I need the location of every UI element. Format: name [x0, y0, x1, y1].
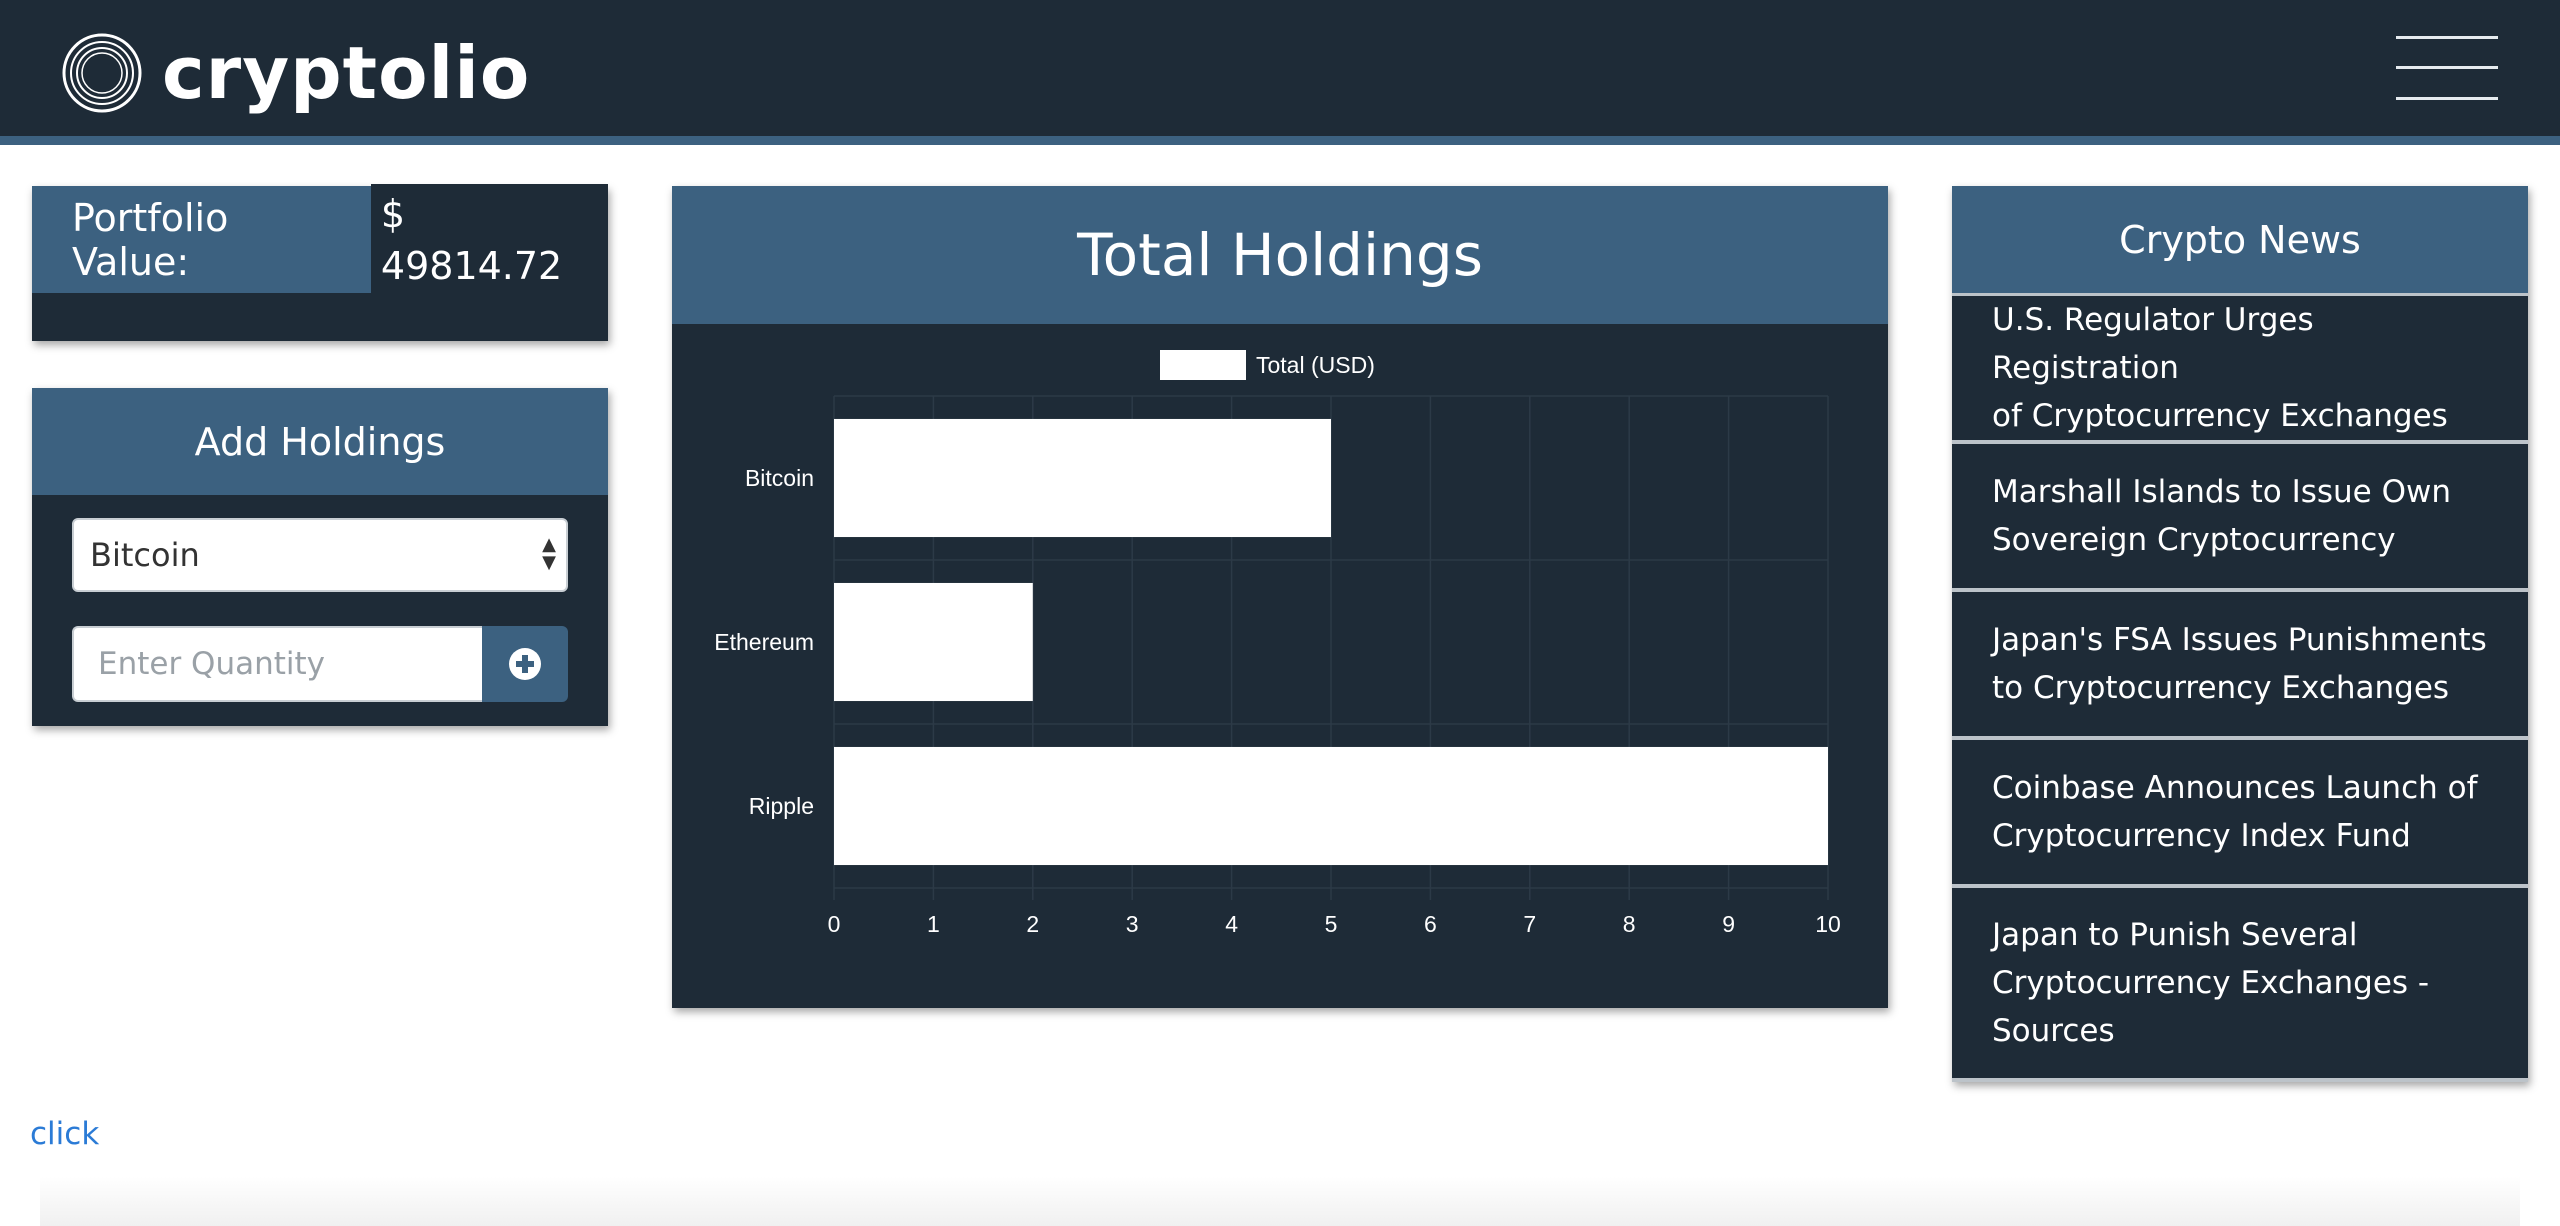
news-headline-line: Sovereign Cryptocurrency — [1992, 522, 2396, 558]
news-item[interactable]: Coinbase Announces Launch of Cryptocurren… — [1952, 740, 2528, 884]
portfolio-panel: Portfolio Value: $ 49814.72 — [32, 183, 608, 341]
x-tick-label: 3 — [1126, 911, 1139, 937]
x-tick-label: 0 — [828, 911, 841, 937]
portfolio-value: $ 49814.72 — [370, 183, 608, 296]
logo-ring-icon — [62, 33, 142, 112]
news-headline-line: Marshall Islands to Issue Own — [1992, 474, 2451, 510]
x-tick-label: 8 — [1623, 911, 1636, 937]
page: cryptolio Portfolio Value: $ 49814.72 Ad… — [0, 0, 2560, 1226]
news-headline: Coinbase Announces Launch of Cryptocurren… — [1992, 764, 2478, 860]
hamburger-menu-icon[interactable] — [2396, 36, 2498, 100]
menu-bar — [2396, 97, 2498, 100]
y-category-label: Ripple — [749, 793, 814, 819]
news-headline: U.S. Regulator Urges Registration of Cryp… — [1992, 296, 2488, 440]
news-headline-line: Coinbase Announces Launch of — [1992, 770, 2478, 806]
news-headline-line: U.S. Regulator Urges Registration — [1992, 302, 2314, 386]
news-headline: Japan's FSA Issues Punishments to Cryptoc… — [1992, 616, 2487, 712]
news-list: U.S. Regulator Urges Registration of Cryp… — [1952, 296, 2528, 1082]
news-headline-line: of Cryptocurrency Exchanges — [1992, 398, 2448, 434]
plus-circle-icon — [509, 648, 541, 680]
legend-swatch — [1160, 350, 1246, 380]
x-tick-label: 4 — [1225, 911, 1238, 937]
menu-bar — [2396, 36, 2498, 39]
x-tick-label: 6 — [1424, 911, 1437, 937]
x-tick-label: 5 — [1325, 911, 1338, 937]
select-arrows-icon: ▲ ▼ — [542, 534, 556, 573]
total-holdings-title: Total Holdings — [672, 186, 1888, 324]
portfolio-header: Portfolio Value: $ 49814.72 — [32, 183, 608, 296]
menu-bar — [2396, 66, 2498, 69]
holdings-bar-chart: 0 1 2 3 4 5 6 7 8 9 10 Bitcoin Ethereum Ripple Total (… — [714, 350, 1841, 937]
bar-ethereum — [834, 582, 1033, 702]
coin-select[interactable]: Bitcoin ▲ ▼ — [72, 518, 568, 592]
add-holdings-panel: Add Holdings Bitcoin ▲ ▼ — [32, 388, 608, 726]
y-category-label: Ethereum — [714, 629, 814, 655]
x-tick-label: 9 — [1722, 911, 1735, 937]
quantity-input[interactable] — [72, 626, 482, 702]
news-headline-line: Sources — [1992, 1013, 2115, 1049]
news-headline-line: Cryptocurrency Exchanges - — [1992, 965, 2430, 1001]
crypto-news-title: Crypto News — [1952, 186, 2528, 293]
news-item[interactable]: U.S. Regulator Urges Registration of Cryp… — [1952, 296, 2528, 440]
news-headline-line: Cryptocurrency Index Fund — [1992, 818, 2411, 854]
x-tick-label: 2 — [1026, 911, 1039, 937]
legend-label: Total (USD) — [1256, 352, 1375, 378]
coin-select-value: Bitcoin — [90, 536, 200, 574]
news-item[interactable]: Japan's FSA Issues Punishments to Cryptoc… — [1952, 592, 2528, 736]
news-headline: Marshall Islands to Issue Own Sovereign C… — [1992, 468, 2451, 564]
x-tick-label: 1 — [927, 911, 940, 937]
logo-text: cryptolio — [162, 30, 531, 115]
bottom-shadow — [40, 1176, 2520, 1226]
crypto-news-panel: Crypto News U.S. Regulator Urges Registr… — [1952, 186, 2528, 1082]
total-holdings-panel: Total Holdings 0 1 2 3 4 5 6 7 8 9 10 Bitcoin Ethere… — [672, 186, 1888, 1008]
news-item[interactable]: Japan to Punish Several Cryptocurrency Ex… — [1952, 888, 2528, 1078]
bar-bitcoin — [834, 418, 1331, 538]
news-item[interactable]: Marshall Islands to Issue Own Sovereign C… — [1952, 444, 2528, 588]
add-holdings-title: Add Holdings — [32, 388, 608, 495]
bar-ripple — [834, 746, 1828, 866]
news-headline-line: to Cryptocurrency Exchanges — [1992, 670, 2450, 706]
top-header: cryptolio — [0, 0, 2560, 145]
portfolio-value-label: Portfolio Value: — [72, 195, 229, 284]
click-link[interactable]: click — [30, 1116, 99, 1152]
add-holding-button[interactable] — [482, 626, 568, 702]
quantity-row — [72, 626, 568, 702]
x-tick-label: 7 — [1523, 911, 1536, 937]
y-category-label: Bitcoin — [745, 465, 814, 491]
x-tick-label: 10 — [1815, 911, 1841, 937]
news-headline-line: Japan to Punish Several — [1992, 917, 2358, 953]
news-headline: Japan to Punish Several Cryptocurrency Ex… — [1992, 911, 2429, 1055]
news-headline-line: Japan's FSA Issues Punishments — [1992, 622, 2487, 658]
logo[interactable]: cryptolio — [60, 30, 530, 115]
